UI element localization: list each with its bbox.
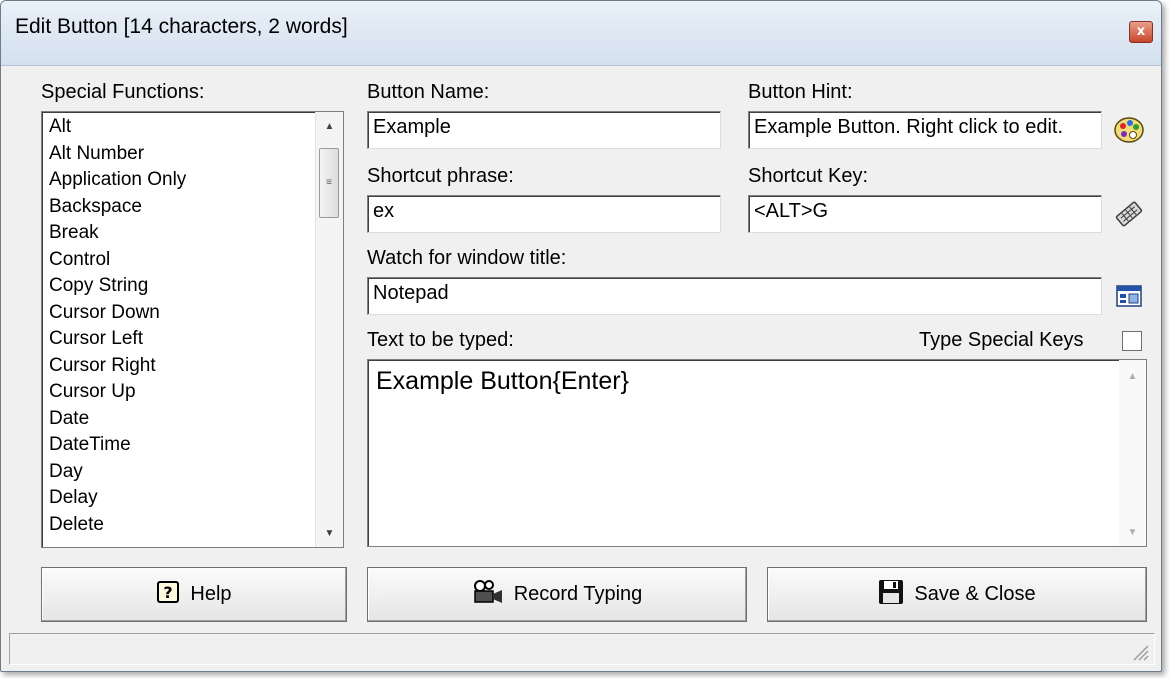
list-item[interactable]: DateTime bbox=[49, 433, 186, 460]
special-functions-list[interactable]: Alt Alt Number Application Only Backspace Br… bbox=[41, 111, 344, 548]
floppy-disk-icon bbox=[878, 579, 904, 611]
help-button-label: Help bbox=[190, 583, 232, 605]
status-bar bbox=[9, 633, 1155, 665]
shortcut-key-label: Shortcut Key: bbox=[748, 165, 869, 187]
list-item[interactable]: Break bbox=[49, 221, 186, 248]
record-typing-label: Record Typing bbox=[513, 583, 643, 605]
window-title-input[interactable]: Notepad bbox=[367, 277, 1102, 315]
text-to-type-content: Example Button{Enter} bbox=[376, 367, 629, 395]
window-title-label: Watch for window title: bbox=[367, 247, 567, 269]
window-icon[interactable] bbox=[1112, 279, 1146, 313]
save-close-button[interactable]: Save & Close bbox=[767, 567, 1147, 622]
list-item[interactable]: Cursor Left bbox=[49, 327, 186, 354]
textarea-scroll-down-icon[interactable]: ▼ bbox=[1119, 520, 1146, 546]
save-close-label: Save & Close bbox=[914, 583, 1036, 605]
text-to-type-textarea[interactable]: Example Button{Enter} ▲ ▼ bbox=[367, 359, 1147, 547]
list-item[interactable]: Cursor Right bbox=[49, 354, 186, 381]
help-button[interactable]: ? Help bbox=[41, 567, 347, 622]
list-item[interactable]: Day bbox=[49, 460, 186, 487]
camera-icon bbox=[472, 579, 504, 611]
list-item[interactable]: Control bbox=[49, 248, 186, 275]
resize-grip-icon[interactable] bbox=[1130, 642, 1150, 662]
type-special-keys-label: Type Special Keys bbox=[919, 329, 1084, 351]
list-item[interactable]: Delete bbox=[49, 513, 186, 540]
list-item[interactable]: Cursor Down bbox=[49, 301, 186, 328]
shortcut-key-input[interactable]: <ALT>G bbox=[748, 195, 1102, 233]
close-icon: x bbox=[1136, 24, 1146, 39]
close-button[interactable]: x bbox=[1129, 21, 1153, 43]
list-item[interactable]: Date bbox=[49, 407, 186, 434]
title-bar: Edit Button [14 characters, 2 words] x bbox=[1, 1, 1161, 66]
list-item[interactable]: Alt Number bbox=[49, 142, 186, 169]
edit-button-dialog: Edit Button [14 characters, 2 words] x S… bbox=[0, 0, 1162, 672]
button-name-input[interactable]: Example bbox=[367, 111, 721, 149]
textarea-scrollbar[interactable]: ▲ ▼ bbox=[1119, 360, 1146, 546]
palette-icon[interactable] bbox=[1112, 113, 1146, 147]
help-icon: ? bbox=[156, 580, 180, 610]
button-name-label: Button Name: bbox=[367, 81, 490, 103]
list-item[interactable]: Backspace bbox=[49, 195, 186, 222]
button-hint-input[interactable]: Example Button. Right click to edit. bbox=[748, 111, 1102, 149]
list-item[interactable]: Alt bbox=[49, 115, 186, 142]
list-item[interactable]: Application Only bbox=[49, 168, 186, 195]
type-special-keys-checkbox[interactable] bbox=[1122, 331, 1142, 351]
textarea-scroll-up-icon[interactable]: ▲ bbox=[1119, 364, 1146, 390]
shortcut-phrase-label: Shortcut phrase: bbox=[367, 165, 514, 187]
list-item[interactable]: Copy String bbox=[49, 274, 186, 301]
svg-text:?: ? bbox=[164, 583, 173, 602]
scroll-thumb[interactable]: ≡ bbox=[319, 148, 339, 218]
special-functions-items: Alt Alt Number Application Only Backspace Br… bbox=[49, 115, 186, 539]
scroll-down-arrow-icon[interactable]: ▼ bbox=[316, 521, 343, 547]
scroll-up-arrow-icon[interactable]: ▲ bbox=[316, 114, 343, 140]
special-functions-label: Special Functions: bbox=[41, 81, 205, 103]
keyboard-icon[interactable] bbox=[1112, 197, 1146, 231]
list-scrollbar[interactable]: ▲ ≡ ▼ bbox=[315, 112, 343, 547]
window-title: Edit Button [14 characters, 2 words] bbox=[15, 15, 348, 38]
shortcut-phrase-input[interactable]: ex bbox=[367, 195, 721, 233]
button-hint-label: Button Hint: bbox=[748, 81, 853, 103]
list-item[interactable]: Cursor Up bbox=[49, 380, 186, 407]
record-typing-button[interactable]: Record Typing bbox=[367, 567, 747, 622]
list-item[interactable]: Delay bbox=[49, 486, 186, 513]
text-to-type-label: Text to be typed: bbox=[367, 329, 514, 351]
